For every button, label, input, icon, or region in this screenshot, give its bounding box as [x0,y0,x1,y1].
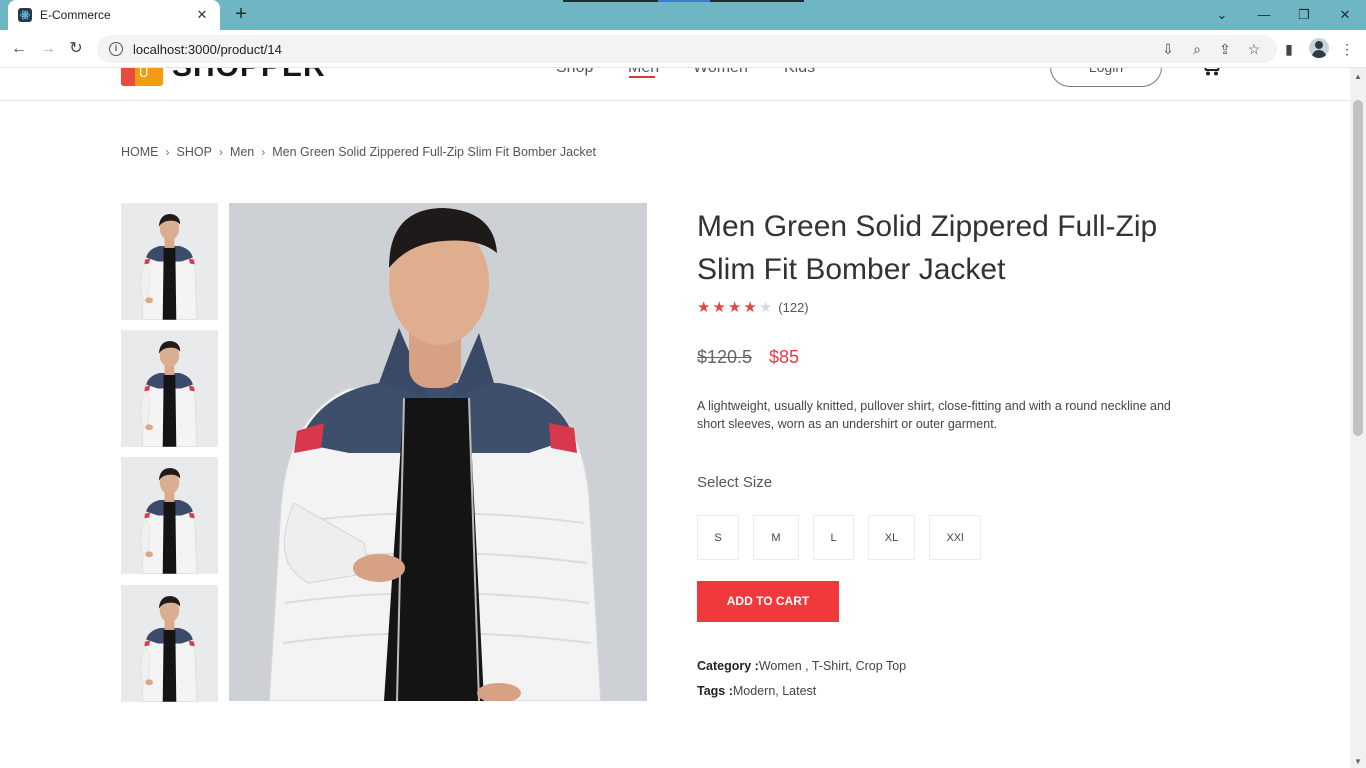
rating-count: (122) [778,300,809,315]
rating-stars: ★ ★ ★ ★ ★ [697,298,774,317]
product-thumbnail[interactable] [121,330,218,447]
back-icon[interactable]: ← [9,39,29,59]
product-main-image[interactable] [229,203,647,701]
install-app-icon[interactable]: ⇩ [1158,39,1178,59]
jacket-photo [121,585,218,702]
star-empty-icon: ★ [758,299,773,316]
size-option-s[interactable]: S [697,515,739,560]
tab-close-icon[interactable]: ✕ [194,7,210,23]
tags-label: Tags : [697,684,733,698]
reload-icon[interactable]: ↻ [66,39,86,59]
logo-bag-icon[interactable]: U [121,68,163,86]
logo-mark: U [139,68,149,80]
star-filled-icon: ★ [727,299,742,316]
old-price: $120.5 [697,347,753,367]
profile-avatar[interactable] [1309,38,1329,58]
cart-icon[interactable] [1198,68,1222,76]
size-label: Select Size [697,474,773,491]
size-option-xxl[interactable]: XXl [929,515,981,560]
jacket-photo [121,203,218,320]
address-url: localhost:3000/product/14 [133,41,282,57]
share-icon[interactable]: ⇪ [1215,39,1235,59]
login-button[interactable]: Login [1050,68,1162,87]
breadcrumb-category[interactable]: Men [230,145,254,159]
tags-line: Tags :Modern, Latest [697,684,816,698]
add-to-cart-button[interactable]: ADD TO CART [697,581,839,622]
jacket-photo [121,457,218,574]
star-filled-icon: ★ [743,299,757,316]
scroll-up-icon[interactable]: ▲ [1354,72,1362,81]
breadcrumb-shop[interactable]: SHOP [177,145,212,159]
chevron-right-icon: › [165,145,170,159]
browser-toolbar: ← → ↻ i localhost:3000/product/14 ⇩ ⌕ ⇪ … [0,30,1366,68]
breadcrumb: HOME › SHOP › Men › Men Green Solid Zipp… [121,145,596,159]
size-option-xl[interactable]: XL [868,515,915,560]
jacket-photo [121,330,218,447]
size-option-m[interactable]: M [753,515,799,560]
new-tab-icon[interactable]: + [231,4,251,24]
site-info-icon[interactable]: i [109,42,123,56]
nav-women[interactable]: Women [693,68,748,77]
star-filled-icon: ★ [697,299,711,316]
logo-text[interactable]: SHOPPER [172,68,326,84]
site-header: U SHOPPER Shop Men Women Kids Login [0,68,1350,101]
product-title: Men Green Solid Zippered Full-Zip Slim F… [697,210,1158,286]
tags-value: Modern, Latest [732,684,817,698]
page-scrollbar[interactable]: ▲ ▼ [1350,68,1366,768]
product-thumbnail[interactable] [121,457,218,574]
forward-icon[interactable]: → [38,39,58,59]
breadcrumb-product: Men Green Solid Zippered Full-Zip Slim F… [272,145,596,159]
star-filled-icon: ★ [712,299,726,316]
minimize-icon[interactable]: — [1254,5,1274,25]
jacket-photo [229,203,647,701]
category-value: Women , T-Shirt, Crop Top [758,659,907,673]
nav-active-indicator [629,76,655,78]
zoom-icon[interactable]: ⌕ [1187,39,1207,59]
react-favicon-icon [18,8,32,22]
side-panel-icon[interactable]: ▮ [1279,39,1299,59]
address-bar[interactable]: i localhost:3000/product/14 [97,35,1277,63]
nav-kids[interactable]: Kids [784,68,815,77]
chevron-right-icon: › [218,145,223,159]
product-description: A lightweight, usually knitted, pullover… [697,399,1171,431]
close-window-icon[interactable]: ✕ [1335,5,1355,25]
screen-share-indicator [563,0,804,2]
size-option-l[interactable]: L [813,515,854,560]
browser-tab[interactable]: E-Commerce ✕ [8,0,220,30]
breadcrumb-home[interactable]: HOME [121,145,159,159]
scrollbar-thumb[interactable] [1353,100,1363,436]
scroll-down-icon[interactable]: ▼ [1354,757,1362,766]
menu-dots-icon[interactable]: ⋮ [1337,39,1357,59]
new-price: $85 [769,347,800,367]
restore-icon[interactable]: ❐ [1294,5,1314,25]
tab-title: E-Commerce [40,8,111,22]
product-rating: ★ ★ ★ ★ ★ (122) [697,298,809,317]
tab-search-icon[interactable]: ⌄ [1212,5,1232,25]
category-label: Category : [697,659,759,673]
product-thumbnail[interactable] [121,203,218,320]
product-thumbnail[interactable] [121,585,218,702]
nav-shop[interactable]: Shop [556,68,593,77]
bookmark-star-icon[interactable]: ☆ [1244,39,1264,59]
browser-tab-strip: E-Commerce ✕ + ⌄ — ❐ ✕ [0,0,1366,30]
chevron-right-icon: › [261,145,266,159]
category-line: Category :Women , T-Shirt, Crop Top [697,659,906,673]
